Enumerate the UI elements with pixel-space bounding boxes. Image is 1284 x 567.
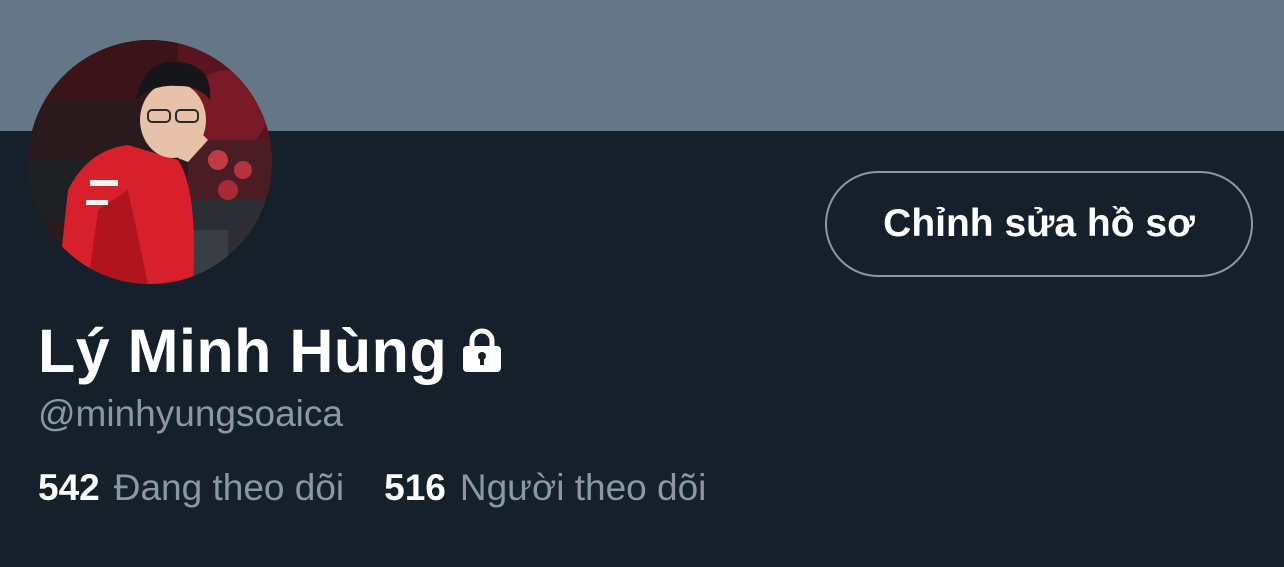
profile-header: Chỉnh sửa hồ sơ Lý Minh Hùng @minhyungso… [0,0,1284,567]
followers-link[interactable]: 516 Người theo dõi [384,467,706,509]
following-link[interactable]: 542 Đang theo dõi [38,467,344,509]
lock-icon [459,327,505,378]
display-name: Lý Minh Hùng [38,317,448,385]
avatar-image [28,40,272,284]
name-row: Lý Minh Hùng [38,315,505,387]
edit-profile-button[interactable]: Chỉnh sửa hồ sơ [825,171,1253,277]
followers-label: Người theo dõi [459,467,707,508]
user-handle: @minhyungsoaica [38,393,343,434]
following-count: 542 [38,467,100,508]
followers-count: 516 [384,467,446,508]
avatar[interactable] [28,40,272,284]
follow-stats: 542 Đang theo dõi 516 Người theo dõi [38,467,706,509]
following-label: Đang theo dõi [113,467,345,508]
